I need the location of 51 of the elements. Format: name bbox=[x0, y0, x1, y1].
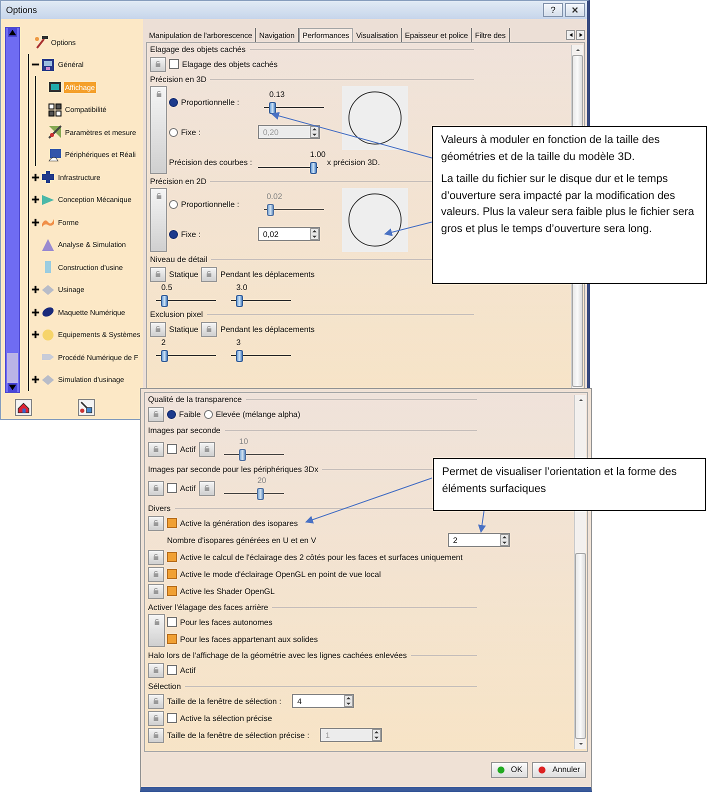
slider-value: 10 bbox=[239, 437, 248, 446]
checkbox-label: Active la génération des isopares bbox=[180, 518, 298, 528]
checkbox-label: Elagage des objets cachés bbox=[182, 60, 278, 68]
label: Taille de la fenêtre de sélection : bbox=[167, 696, 282, 706]
section-title: Précision en 3D bbox=[150, 75, 206, 84]
checkbox-label: Active les Shader OpenGL bbox=[180, 586, 275, 596]
callout-text: Permet de visualiser l’orientation et la forme des éléments surfaciques bbox=[442, 465, 678, 496]
slider-value: 20 bbox=[257, 476, 266, 485]
radio-label: Fixe : bbox=[181, 230, 202, 238]
radio-label: Elevée (mélange alpha) bbox=[216, 410, 300, 418]
window-title: Options bbox=[6, 5, 38, 15]
label: Taille de la fenêtre de sélection précise : bbox=[167, 730, 310, 740]
checkbox-label: Actif bbox=[180, 666, 196, 674]
section-title: Elagage des objets cachés bbox=[150, 45, 246, 54]
checkbox-label: Pour les faces appartenant aux solides bbox=[180, 634, 318, 644]
radio-label: Proportionnelle : bbox=[181, 98, 240, 106]
slider-value: 3 bbox=[236, 338, 241, 347]
slider-value: 0.13 bbox=[269, 90, 285, 99]
slider-value: 0.02 bbox=[266, 192, 282, 201]
checkbox-label: Active le mode d'éclairage OpenGL en point de vue local bbox=[180, 570, 381, 578]
label: Pendant les déplacements bbox=[220, 324, 315, 334]
radio-label: Proportionnelle : bbox=[181, 200, 240, 208]
slider-value: 3.0 bbox=[236, 283, 248, 292]
section-title: Niveau de détail bbox=[150, 255, 208, 264]
slider-value: 2 bbox=[161, 338, 166, 347]
radio-label: Faible bbox=[179, 410, 201, 418]
section-title: Qualité de la transparence bbox=[148, 395, 242, 404]
section-title: Précision en 2D bbox=[150, 177, 206, 186]
radio-label: Fixe : bbox=[181, 128, 202, 136]
section-title: Images par seconde pour les périphériques 3Dx bbox=[148, 465, 318, 474]
checkbox-label: Actif bbox=[180, 444, 196, 454]
slider-value: 0.5 bbox=[161, 283, 172, 292]
section-title: Images par seconde bbox=[148, 426, 220, 435]
label: x précision 3D. bbox=[327, 158, 380, 166]
checkbox-label: Active le calcul de l'éclairage des 2 côtés pour les faces et surfaces uniquement bbox=[180, 552, 463, 562]
section-title: Sélection bbox=[148, 682, 181, 691]
checkbox-label: Pour les faces autonomes bbox=[180, 618, 272, 626]
label: Statique bbox=[169, 324, 198, 334]
checkbox-label: Active la sélection précise bbox=[180, 714, 272, 722]
section-title: Exclusion pixel bbox=[150, 310, 203, 319]
section-title: Divers bbox=[148, 504, 171, 513]
callout-text: La taille du fichier sur le disque dur et le temps d’ouverture sera impacté par la modification des valeurs. Plus la valeur sera faible plus le fichier sera gros et plus le temps d’ouverture sera long. bbox=[441, 172, 696, 236]
label: Précision des courbes : bbox=[169, 158, 249, 166]
section-title: Activer l'élagage des faces arrière bbox=[148, 603, 268, 612]
callout-text: Valeurs à moduler en fonction de la taille des géométries et de la taille du modèle 3D. bbox=[441, 133, 661, 164]
label: Statique bbox=[169, 270, 198, 278]
checkbox-label: Actif bbox=[180, 484, 196, 492]
label: Nombre d'isopares générées en U et en V bbox=[167, 536, 318, 544]
label: Pendant les déplacements bbox=[220, 270, 315, 278]
slider-value: 1.00 bbox=[310, 150, 326, 159]
section-title: Halo lors de l'affichage de la géométrie avec les lignes cachées enlevées bbox=[148, 651, 407, 660]
